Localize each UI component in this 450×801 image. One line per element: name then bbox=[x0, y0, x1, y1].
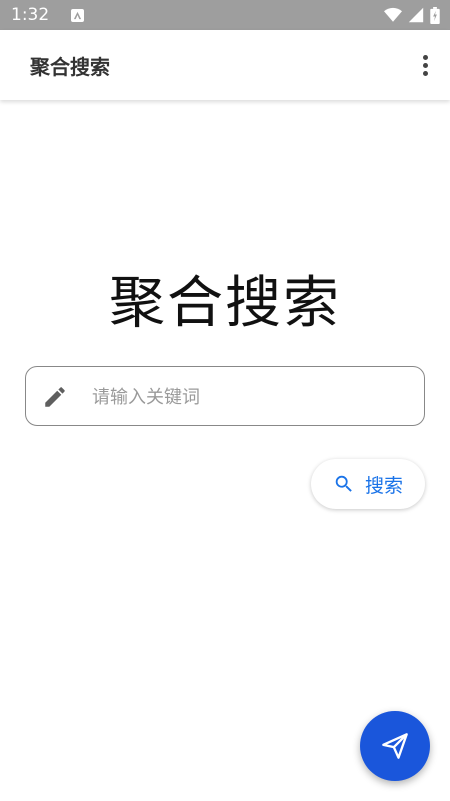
search-button-label: 搜索 bbox=[364, 474, 403, 497]
status-time: 1:32 bbox=[11, 5, 50, 25]
status-bar: 1:32 bbox=[0, 0, 450, 30]
battery-icon bbox=[430, 6, 440, 24]
search-input[interactable] bbox=[92, 377, 412, 417]
status-indicators bbox=[384, 6, 440, 24]
app-bar: 聚合搜索 bbox=[0, 30, 450, 100]
cell-signal-icon bbox=[408, 7, 424, 23]
send-fab[interactable] bbox=[360, 711, 430, 781]
search-icon bbox=[335, 475, 352, 492]
hero-title: 聚合搜索 bbox=[109, 271, 341, 336]
more-vert-icon[interactable] bbox=[410, 47, 440, 83]
send-icon bbox=[382, 733, 408, 759]
app-title: 聚合搜索 bbox=[30, 55, 110, 79]
pencil-icon bbox=[45, 387, 65, 407]
search-field[interactable] bbox=[25, 366, 425, 426]
search-button[interactable]: 搜索 bbox=[311, 459, 425, 509]
a-letter-icon bbox=[71, 8, 85, 22]
wifi-icon bbox=[384, 7, 402, 22]
